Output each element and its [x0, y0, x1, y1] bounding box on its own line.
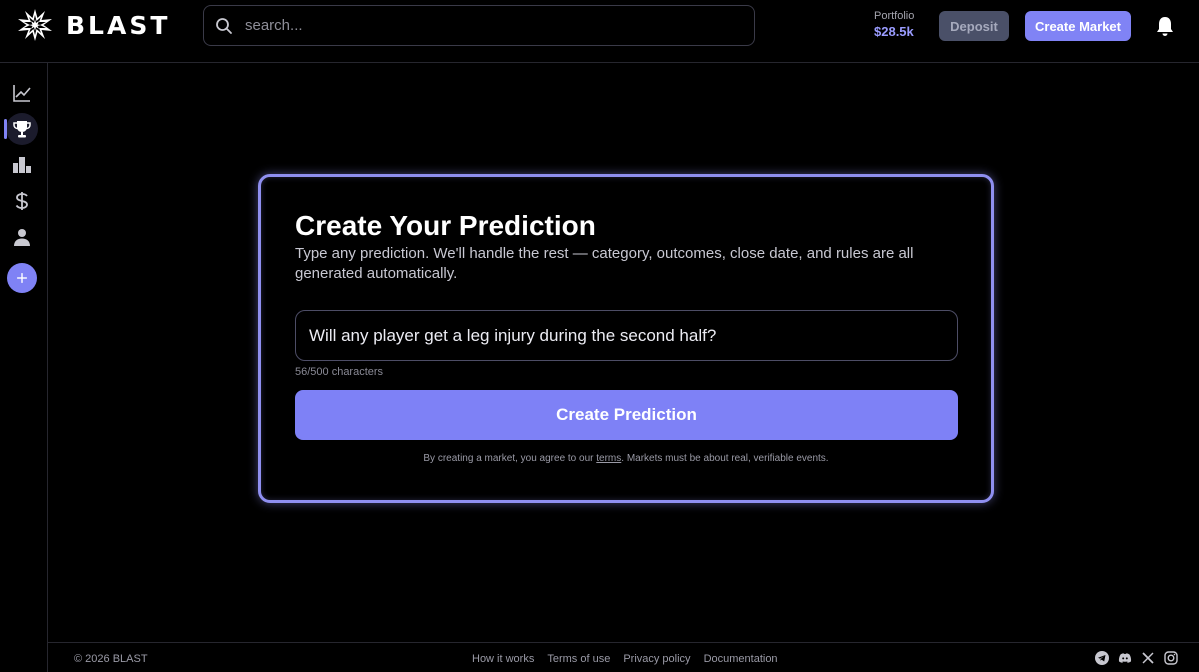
dollar-icon	[15, 192, 28, 210]
footer-links: How it works Terms of use Privacy policy…	[472, 653, 778, 665]
chart-icon	[13, 85, 31, 102]
prediction-input[interactable]: Will any player get a leg injury during …	[295, 310, 958, 361]
plus-icon	[17, 273, 27, 283]
card-subtitle: Type any prediction. We'll handle the re…	[295, 245, 914, 282]
social-links	[1095, 651, 1178, 665]
sidebar	[0, 63, 48, 672]
sidebar-item-profile[interactable]	[6, 221, 38, 253]
terms-link[interactable]: terms	[596, 453, 621, 464]
search-icon	[216, 17, 232, 34]
sidebar-create-button[interactable]	[7, 263, 37, 293]
starburst-logo-icon	[18, 9, 52, 41]
discord-icon[interactable]	[1118, 651, 1132, 665]
sidebar-item-leaderboard[interactable]	[6, 149, 38, 181]
create-market-button[interactable]: Create Market	[1025, 11, 1131, 41]
logo[interactable]: BLAST	[18, 9, 170, 41]
copyright: © 2026 BLAST	[74, 653, 148, 665]
footer-link-documentation[interactable]: Documentation	[704, 653, 778, 665]
top-bar: BLAST Portfolio $28.5k Deposit Create Ma…	[0, 0, 1199, 63]
sidebar-item-trophy[interactable]	[4, 113, 38, 145]
bell-icon[interactable]	[1155, 15, 1175, 37]
footer-link-how-it-works[interactable]: How it works	[472, 653, 534, 665]
sidebar-item-markets[interactable]	[6, 77, 38, 109]
portfolio-summary[interactable]: Portfolio $28.5k	[874, 10, 914, 39]
create-prediction-card: Create Your Prediction Type any predicti…	[258, 174, 994, 503]
character-count: 56/500 characters	[295, 366, 384, 378]
portfolio-label: Portfolio	[874, 10, 915, 22]
card-title: Create Your Prediction	[295, 210, 596, 241]
search-bar[interactable]	[203, 5, 755, 46]
terms-text-after: . Markets must be about real, verifiable…	[621, 453, 829, 464]
footer-link-privacy[interactable]: Privacy policy	[623, 653, 690, 665]
terms-notice: By creating a market, you agree to our t…	[261, 453, 991, 464]
terms-text-before: By creating a market, you agree to our	[423, 453, 594, 464]
sidebar-item-wallet[interactable]	[6, 185, 38, 217]
telegram-icon[interactable]	[1095, 651, 1109, 665]
footer: © 2026 BLAST How it works Terms of use P…	[48, 642, 1199, 672]
deposit-button[interactable]: Deposit	[939, 11, 1009, 41]
user-icon	[14, 229, 30, 246]
x-icon[interactable]	[1141, 651, 1155, 665]
leaderboard-icon	[13, 157, 31, 173]
footer-link-terms[interactable]: Terms of use	[547, 653, 610, 665]
instagram-icon[interactable]	[1164, 651, 1178, 665]
create-prediction-button[interactable]: Create Prediction	[295, 390, 958, 440]
brand-name: BLAST	[66, 10, 171, 40]
trophy-icon	[13, 121, 31, 138]
search-input[interactable]	[245, 17, 725, 34]
portfolio-value: $28.5k	[874, 24, 914, 39]
